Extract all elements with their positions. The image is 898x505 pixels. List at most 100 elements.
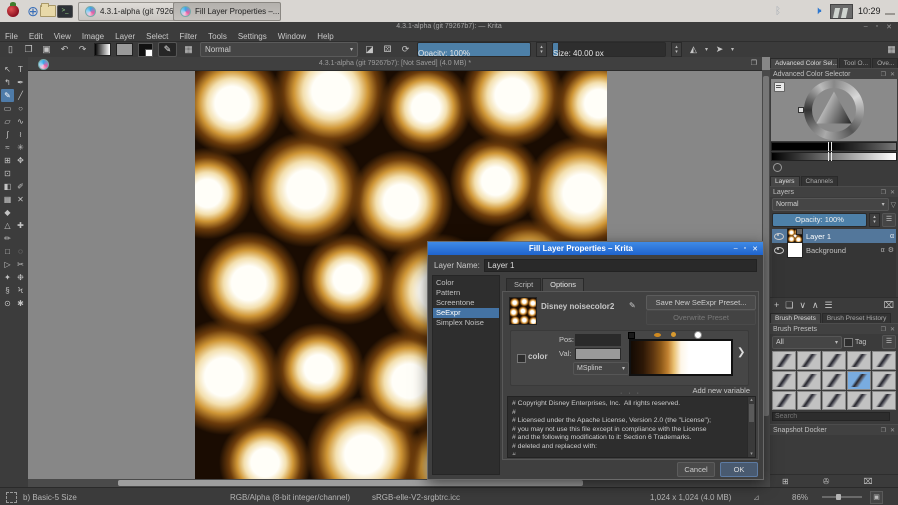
tab-advanced-color-selector[interactable]: Advanced Color Sel... [770,58,838,68]
restore-icon[interactable]: ❐ [751,59,757,67]
tool-ellipse-select[interactable]: ◌ [14,245,27,258]
float-icon[interactable]: ❐ [881,189,886,196]
tool-polyline[interactable]: ∿ [14,115,27,128]
brush-editor-button[interactable]: ✎ [158,42,177,57]
tab-options[interactable]: Options [542,278,584,292]
layer-settings-icon[interactable]: ⚙ [888,246,894,254]
tab-brush-presets[interactable]: Brush Presets [770,313,821,323]
tool-enclose-fill[interactable]: △ [1,219,14,232]
reload-preset-icon[interactable]: ⚄ [381,44,394,55]
tool-similar-select[interactable]: ❉ [14,271,27,284]
tab-channels[interactable]: Channels [801,176,838,186]
layer-opacity-spinner[interactable]: ▴▾ [869,213,880,227]
brush-preset[interactable] [847,351,871,370]
size-slider[interactable]: Size: 40.00 px [552,42,666,57]
reset-values-icon[interactable]: ⟳ [399,44,412,55]
minimize-icon[interactable]: – [864,23,868,31]
menu-filter[interactable]: Filter [179,32,197,41]
alpha-lock-icon[interactable]: α [881,247,885,254]
layer-row-layer1[interactable]: Layer 1 α [772,229,896,243]
brush-preset[interactable] [772,351,796,370]
zoom-level[interactable]: 86% [792,493,808,502]
canvas-rotation-icon[interactable]: ⊿ [753,493,760,502]
interpolation-combo[interactable]: MSpline ▾ [573,362,629,375]
tool-gradient[interactable]: ◧ [1,180,14,193]
brush-preset-selected[interactable] [847,371,871,390]
menu-help[interactable]: Help [317,32,333,41]
undo-icon[interactable]: ↶ [58,44,71,55]
new-document-icon[interactable]: ▯ [4,44,17,55]
tool-freehand-path[interactable]: ≀ [14,128,27,141]
tool-transform[interactable]: ⊞ [1,154,14,167]
tool-edit-shapes[interactable]: ↰ [1,76,14,89]
ok-button[interactable]: OK [720,462,758,477]
minimize-icon[interactable]: – [734,245,738,253]
layer-list-menu-icon[interactable]: ☰ [882,213,896,227]
wrap-around-icon[interactable]: ➤ [713,44,726,55]
brush-preset[interactable] [772,371,796,390]
menu-tools[interactable]: Tools [208,32,227,41]
color-ramp[interactable] [629,339,733,376]
tool-crop[interactable]: ⊡ [1,167,14,180]
tool-dynamic-brush[interactable]: ≈ [1,141,14,154]
tag-checkbox[interactable] [844,338,853,347]
layer-row-background[interactable]: Background α ⚙ [772,243,896,257]
brush-preset-chooser-icon[interactable]: ▦ [182,44,195,55]
snapshot-new-icon[interactable]: ⊞ [782,477,789,486]
close-icon[interactable]: ✕ [890,326,895,333]
zoom-slider-handle[interactable] [836,494,841,500]
tool-freehand-brush[interactable]: ✎ [1,89,14,102]
brush-preset[interactable] [797,391,821,410]
tool-rect-select[interactable]: □ [1,245,14,258]
menu-file[interactable]: File [5,32,18,41]
tool-smart-patch[interactable]: ✚ [14,219,27,232]
visibility-icon[interactable] [774,233,784,240]
close-icon[interactable]: ✕ [890,427,895,434]
type-seexpr[interactable]: SeExpr [433,308,499,318]
acs-settings-icon[interactable] [774,82,785,92]
tool-line[interactable]: ╱ [14,89,27,102]
tool-polygon[interactable]: ▱ [1,115,14,128]
terminal-icon[interactable]: >_ [57,3,73,19]
variable-checkbox[interactable] [517,354,526,363]
delete-layer-button[interactable]: ⌧ [884,300,894,311]
dialog-titlebar[interactable]: Fill Layer Properties – Krita – ▫ ✕ [428,242,763,255]
save-new-preset-button[interactable]: Save New SeExpr Preset... [646,295,756,310]
menu-image[interactable]: Image [82,32,104,41]
taskbar-window-krita[interactable]: 4.3.1-alpha (git 7926... [78,2,184,21]
canvas-only-button[interactable]: ▣ [870,491,883,504]
layer-properties-button[interactable]: ☰ [825,300,833,311]
tab-script[interactable]: Script [506,278,541,291]
cpu-monitor[interactable] [830,4,853,19]
workspace-chooser-icon[interactable]: ▦ [885,44,898,55]
zoom-slider[interactable] [822,496,862,498]
tool-fill[interactable]: ◆ [1,206,14,219]
ring-handle[interactable] [798,107,804,113]
snapshot-delete-icon[interactable]: ⌧ [863,477,872,486]
tool-move[interactable]: ✥ [14,154,27,167]
color-history-bar[interactable] [771,142,897,151]
mirror-dropdown-icon[interactable]: ▾ [705,46,708,53]
brush-preset[interactable] [872,351,896,370]
cancel-button[interactable]: Cancel [677,462,715,477]
brush-preset[interactable] [822,371,846,390]
opacity-slider[interactable]: Opacity: 100% [417,42,531,57]
visibility-icon[interactable] [774,247,784,254]
type-color[interactable]: Color [433,278,499,288]
tool-pan[interactable]: ✱ [14,297,27,310]
gradient-stop-black[interactable] [628,332,635,339]
script-scrollbar[interactable]: ▴ ▾ [747,397,755,457]
horizontal-scrollbar[interactable] [28,479,762,487]
menu-select[interactable]: Select [146,32,168,41]
tool-bezier-select[interactable]: § [1,284,14,297]
blend-mode-combo[interactable]: Normal ▾ [200,42,358,57]
tool-ellipse[interactable]: ○ [14,102,27,115]
tool-multibrush[interactable]: ✳ [14,141,27,154]
float-icon[interactable]: ❐ [881,326,886,333]
redo-icon[interactable]: ↷ [76,44,89,55]
alpha-lock-icon[interactable]: α [890,233,894,240]
maximize-icon[interactable]: ▫ [876,23,878,31]
brush-preset[interactable] [797,351,821,370]
tool-polygon-select[interactable]: ▷ [1,258,14,271]
maximize-icon[interactable]: ▫ [744,245,746,253]
